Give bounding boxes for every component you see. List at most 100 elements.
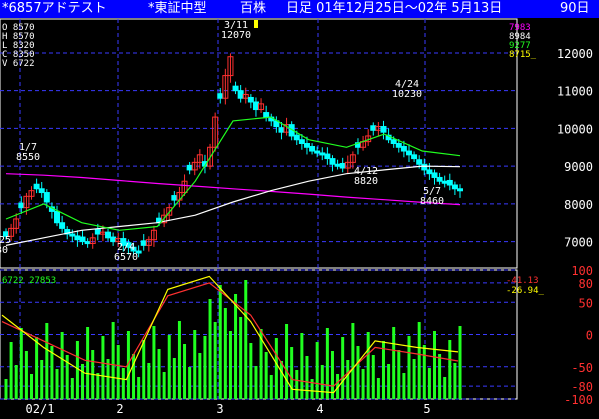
candle-down (324, 153, 331, 160)
moving-average-line (5, 173, 461, 206)
candle-down (54, 210, 61, 224)
volume-bar (172, 358, 176, 399)
candle-down (426, 169, 433, 175)
candle-down (416, 159, 423, 165)
candle-down (278, 127, 285, 133)
volume-bar (75, 341, 79, 399)
volume-bar (81, 364, 85, 399)
volume-bar (381, 341, 385, 399)
price-tick-label: 11000 (557, 85, 593, 99)
ma-readout: 8715_ (509, 50, 537, 60)
high-marker (254, 20, 258, 28)
candle-down (38, 188, 45, 194)
candle-down (421, 163, 428, 171)
volume-bar (320, 365, 324, 399)
volume-bar (443, 377, 447, 399)
candle-down (247, 96, 254, 103)
volume-bar (14, 365, 18, 399)
osc-readout-left: 6722 27853 (2, 276, 56, 286)
candle-down (293, 134, 300, 141)
volume-bar (351, 323, 355, 399)
volume-bar (208, 299, 212, 399)
volume-bar (116, 345, 120, 399)
candle-down (390, 139, 397, 145)
volume-bar (371, 355, 375, 399)
x-tick-label: 02/1 (26, 402, 55, 416)
candle-down (334, 163, 341, 167)
price-annotation-value: 8550 (16, 152, 40, 163)
candle-down (33, 183, 40, 190)
volume-bar (254, 366, 258, 399)
volume-bar (366, 332, 370, 399)
volume-bar (193, 330, 197, 399)
volume-bar (4, 379, 8, 399)
candle-down (110, 236, 117, 243)
candle-down (395, 143, 402, 148)
candle-down (105, 231, 112, 239)
price-annotation-value: 6570 (114, 252, 138, 263)
price-tick-label: 8000 (564, 198, 593, 212)
volume-bar (274, 338, 278, 399)
osc-readout-value: -26.94_ (506, 286, 545, 296)
candle-down (69, 233, 76, 237)
candle-down (232, 85, 239, 92)
volume-bar (325, 328, 329, 399)
volume-bar (244, 280, 248, 399)
candle-down (18, 202, 25, 209)
candle-down (263, 112, 270, 118)
volume-bar (177, 321, 181, 399)
volume-bar (228, 331, 232, 399)
volume-bar (167, 335, 171, 399)
osc-tick-label: 100 (571, 264, 593, 278)
candle-down (309, 146, 316, 152)
candle-down (405, 150, 412, 156)
volume-bar (213, 322, 217, 399)
volume-bar (346, 360, 350, 399)
volume-bar (422, 345, 426, 399)
osc-tick-label: 50 (579, 296, 593, 310)
osc-tick-label: 80 (579, 277, 593, 291)
volume-bar (438, 354, 442, 399)
volume-bar (142, 340, 146, 399)
volume-bar (448, 340, 452, 399)
volume-bar (341, 337, 345, 399)
volume-bar (387, 364, 391, 399)
volume-bar (162, 372, 166, 399)
candle-down (411, 154, 418, 160)
osc-readout-value: -41.13 (506, 276, 539, 286)
x-tick-label: 4 (316, 402, 323, 416)
price-annotation-value: 8460 (420, 196, 444, 207)
candle-down (451, 184, 458, 190)
volume-bar (45, 323, 49, 399)
volume-bar (412, 359, 416, 399)
candle-down (441, 180, 448, 184)
price-annotation-value: 30 (0, 245, 8, 256)
volume-bar (183, 344, 187, 399)
ohlc-readout: V 6722 (2, 59, 35, 69)
volume-bar (315, 342, 319, 399)
moving-average-line (5, 165, 461, 246)
osc-tick-label: -80 (571, 380, 593, 394)
volume-bar (427, 368, 431, 399)
volume-bar (432, 331, 436, 399)
osc-tick-label: -100 (564, 393, 593, 407)
volume-bar (188, 367, 192, 399)
candle-down (457, 188, 463, 192)
volume-bar (376, 378, 380, 399)
volume-bar (239, 317, 243, 399)
volume-bar (300, 333, 304, 399)
volume-bar (392, 327, 396, 399)
moving-average-line (5, 116, 461, 231)
volume-bar (269, 375, 273, 399)
candle-down (370, 125, 377, 131)
volume-bar (356, 346, 360, 399)
volume-bar (458, 326, 462, 399)
candle-down (252, 101, 259, 111)
candle-down (400, 146, 407, 152)
x-tick-label: 3 (216, 402, 223, 416)
price-tick-label: 10000 (557, 122, 593, 136)
candle-down (303, 143, 310, 148)
volume-bar (9, 342, 13, 399)
candle-down (84, 241, 91, 245)
volume-bar (137, 377, 141, 399)
